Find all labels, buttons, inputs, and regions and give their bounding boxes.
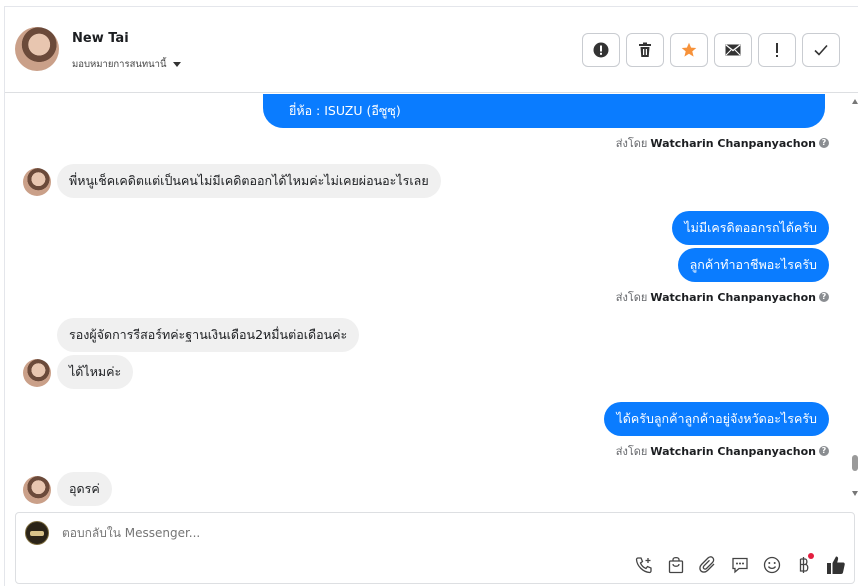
star-icon: [681, 42, 697, 57]
contact-avatar-small: [23, 476, 51, 504]
mail-icon: [725, 44, 741, 56]
message-outgoing: ยี่ห้อ : ISUZU (อีซูซุ): [263, 94, 825, 128]
saved-replies-button[interactable]: [730, 555, 750, 575]
message-thread[interactable]: ยี่ห้อ : ISUZU (อีซูซุ) ส่งโดย Watcharin…: [5, 94, 851, 508]
thumbs-up-icon: [827, 556, 845, 574]
star-button[interactable]: [670, 33, 708, 67]
message-incoming: รองผู้จัดการรีสอร์ทค่ะฐานเงินเดือน2หมื่น…: [57, 318, 360, 352]
assign-label: มอบหมายการสนทนานี้: [72, 59, 167, 70]
scroll-up-arrow[interactable]: [852, 99, 858, 104]
payment-button[interactable]: [794, 553, 814, 575]
message-incoming: อุดรค่: [57, 472, 112, 506]
message-incoming: พี่หนูเช็คเคดิตแต่เป็นคนไม่มีเคดิตออกได้…: [57, 164, 441, 198]
follow-up-button[interactable]: [758, 33, 796, 67]
message-outgoing: ลูกค้าทำอาชีพอะไรครับ: [677, 248, 829, 282]
emoji-icon: [763, 556, 781, 574]
phone-plus-icon: [635, 557, 652, 574]
message-outgoing: ได้ครับลูกค้าลูกค้าอยู่จังหวัดอะไรครับ: [604, 402, 829, 436]
inbox-conversation-panel: New Tai มอบหมายการสนทนานี้ ยี่ห้อ: ISUZ…: [4, 6, 858, 586]
chat-bubble-icon: [732, 557, 748, 574]
mark-done-button[interactable]: [802, 33, 840, 67]
page-avatar: [25, 521, 49, 545]
alert-icon: [593, 42, 609, 58]
help-icon[interactable]: ?: [819, 138, 829, 148]
message-incoming: ได้ไหมค่ะ: [57, 355, 134, 389]
header-actions: [582, 33, 840, 67]
assign-conversation-dropdown[interactable]: มอบหมายการสนทนานี้: [72, 57, 181, 72]
help-icon[interactable]: ?: [819, 446, 829, 456]
call-button[interactable]: [634, 555, 654, 575]
attach-button[interactable]: [698, 555, 718, 575]
contact-avatar[interactable]: [15, 27, 59, 71]
conversation-header: New Tai มอบหมายการสนทนานี้: [5, 7, 858, 93]
message-outgoing: ไม่มีเครดิตออกรถได้ครับ: [672, 211, 829, 245]
mark-spam-button[interactable]: [582, 33, 620, 67]
mark-unread-button[interactable]: [714, 33, 752, 67]
caret-down-icon: [172, 62, 181, 67]
emoji-button[interactable]: [762, 555, 782, 575]
exclamation-icon: [776, 43, 778, 57]
shop-button[interactable]: [666, 555, 686, 575]
reply-input[interactable]: [62, 526, 662, 540]
sent-by-label: ส่งโดย Watcharin Chanpanyachon ?: [616, 442, 829, 460]
paperclip-icon: [699, 556, 715, 573]
sent-by-label: ส่งโดย Watcharin Chanpanyachon ?: [616, 288, 829, 306]
delete-button[interactable]: [626, 33, 664, 67]
check-icon: [814, 44, 828, 56]
contact-avatar-small: [23, 359, 51, 387]
notification-dot: [808, 553, 814, 559]
baht-icon: [799, 557, 809, 573]
shopping-bag-icon: [668, 556, 684, 574]
scrollbar-thumb[interactable]: [852, 455, 858, 471]
trash-icon: [639, 42, 651, 57]
like-button[interactable]: [826, 555, 846, 575]
contact-name[interactable]: New Tai: [72, 31, 129, 46]
reply-composer: [15, 512, 855, 584]
contact-avatar-small: [23, 168, 51, 196]
sent-by-label: ส่งโดย Watcharin Chanpanyachon ?: [616, 134, 829, 152]
help-icon[interactable]: ?: [819, 292, 829, 302]
composer-toolbar: [634, 553, 846, 575]
scroll-down-arrow[interactable]: [852, 491, 858, 496]
